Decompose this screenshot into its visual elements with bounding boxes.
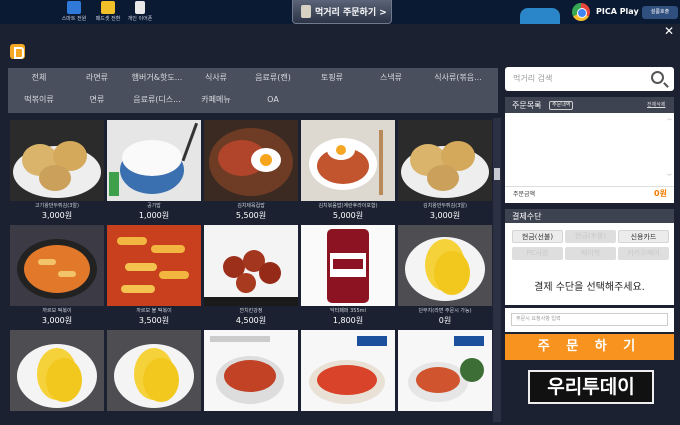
product-image <box>107 330 201 411</box>
smart-power-button[interactable]: 스마트 전원 <box>56 0 92 24</box>
tab-all[interactable]: 전체 <box>10 68 68 88</box>
product-image <box>10 330 104 411</box>
chrome-icon[interactable] <box>572 3 590 21</box>
product-image <box>204 120 298 201</box>
payment-panel: 결제수단 현금(선불) 현금(후불) 신용카드 PC사장 페이북 카카오페이 결… <box>505 209 674 305</box>
request-area: 주문시 요청사항 입력 <box>505 308 674 332</box>
product-image <box>204 225 298 306</box>
power-icon <box>67 1 81 14</box>
earphone-button[interactable]: 개인 이어폰 <box>122 0 158 24</box>
payment-header: 결제수단 <box>505 209 674 223</box>
product-card[interactable]: 까르보 불 떡볶이 3,500원 <box>107 225 201 338</box>
headset-switch-button[interactable]: 패드셋 전환 <box>90 0 126 24</box>
order-list-header: 주문목록 주문내역 전체삭제 <box>505 97 674 113</box>
tab-meal[interactable]: 식사류 <box>188 68 244 88</box>
product-card[interactable] <box>107 330 201 422</box>
pay-credit-card-button[interactable]: 신용카드 <box>618 230 669 243</box>
close-icon[interactable]: ✕ <box>662 24 676 38</box>
product-grid: 고기왕만두튀김(3알) 3,000원 공기밥 1,000원 김치제육컵밥 5,5… <box>8 118 492 422</box>
tab-topping[interactable]: 토핑류 <box>302 68 362 88</box>
tab-drink-can[interactable]: 음료류(캔) <box>244 68 302 88</box>
order-list-title: 주문목록 <box>512 101 542 110</box>
place-order-button[interactable]: 주 문 하 기 <box>505 334 674 360</box>
product-card[interactable] <box>301 330 395 422</box>
order-pin-icon <box>301 5 311 18</box>
product-image <box>107 225 201 306</box>
product-image <box>301 225 395 306</box>
order-total-value: 0원 <box>654 189 667 198</box>
app-logo-icon <box>10 44 25 59</box>
tab-snack[interactable]: 스낵류 <box>362 68 420 88</box>
order-total-label: 주문금액 <box>513 191 536 198</box>
earphone-icon <box>135 1 145 14</box>
pay-cash-prepaid-button[interactable]: 현금(선불) <box>512 230 563 243</box>
product-scrollbar[interactable] <box>493 118 501 422</box>
product-image <box>10 120 104 201</box>
order-list-scrollbar[interactable]: ︿ ﹀ <box>666 115 673 185</box>
scroll-thumb[interactable] <box>494 168 500 180</box>
product-card[interactable]: 깐치킨강정 4,500원 <box>204 225 298 338</box>
category-tabs: 전체 라면류 햄버거&핫도... 식사류 음료류(캔) 토핑류 스낵류 식사류(… <box>8 68 498 113</box>
product-card[interactable] <box>204 330 298 422</box>
product-image <box>301 120 395 201</box>
payment-prompt: 결제 수단을 선택해주세요. <box>534 282 645 293</box>
cloud-icon <box>520 8 560 24</box>
scroll-up-icon[interactable]: ︿ <box>667 117 672 122</box>
product-image <box>10 225 104 306</box>
pay-kakaopay-button[interactable]: 카카오페이 <box>618 247 669 260</box>
clear-all-link[interactable]: 전체삭제 <box>647 101 665 108</box>
pay-cash-postpaid-button[interactable]: 현금(후불) <box>565 230 616 243</box>
staff-call-button[interactable]: 설룸호출 <box>642 6 678 19</box>
tab-ramen[interactable]: 라면류 <box>68 68 126 88</box>
pay-pc-owner-button[interactable]: PC사장 <box>512 247 563 260</box>
tab-fried-rice[interactable]: 식사류(볶음... <box>420 68 496 88</box>
product-image <box>204 330 298 411</box>
product-image <box>398 330 492 411</box>
headset-icon <box>101 1 115 14</box>
payment-title: 결제수단 <box>512 212 542 221</box>
desktop-taskbar: 스마트 전원 패드셋 전환 개인 이어폰 먹거리 주문하기 > PICA Pla… <box>0 0 680 24</box>
product-card[interactable]: 고기왕만두튀김(3알) 3,000원 <box>10 120 104 233</box>
product-card[interactable]: 까르보 떡볶이 3,000원 <box>10 225 104 338</box>
tab-cafe[interactable]: 카페메뉴 <box>188 90 244 110</box>
product-card[interactable]: 김치볶음밥(계란후라이포함) 5,000원 <box>301 120 395 233</box>
order-total-row: 주문금액 0원 <box>505 186 674 198</box>
app-root: 스마트 전원 패드셋 전환 개인 이어폰 먹거리 주문하기 > PICA Pla… <box>0 0 680 425</box>
pay-paybook-button[interactable]: 페이북 <box>565 247 616 260</box>
pica-play-label[interactable]: PICA Play <box>596 7 639 16</box>
product-image <box>398 120 492 201</box>
product-card[interactable]: 닥터페퍼 355ml 1,800원 <box>301 225 395 338</box>
tab-burger[interactable]: 햄버거&핫도... <box>126 68 188 88</box>
product-image <box>398 225 492 306</box>
tab-oa[interactable]: OA <box>244 90 302 110</box>
product-card[interactable]: 김치왕만두튀김(3알) 3,000원 <box>398 120 492 233</box>
search-input[interactable]: 먹거리 검색 <box>513 73 552 84</box>
product-card[interactable]: 단무지(라면 주문시 가능) 0원 <box>398 225 492 338</box>
tab-noodles[interactable]: 면류 <box>68 90 126 110</box>
tab-tteokbokki[interactable]: 떡볶이류 <box>10 90 68 110</box>
search-icon[interactable] <box>651 71 664 84</box>
product-card[interactable] <box>398 330 492 422</box>
product-image <box>107 120 201 201</box>
product-card[interactable] <box>10 330 104 422</box>
product-image <box>301 330 395 411</box>
tab-drink-dispenser[interactable]: 음료류(디스... <box>126 90 188 110</box>
product-card[interactable]: 공기밥 1,000원 <box>107 120 201 233</box>
food-order-tab[interactable]: 먹거리 주문하기 > <box>292 0 392 24</box>
order-history-button[interactable]: 주문내역 <box>549 101 574 110</box>
scroll-down-icon[interactable]: ﹀ <box>667 175 672 180</box>
order-request-input[interactable]: 주문시 요청사항 입력 <box>511 313 668 326</box>
food-search-box[interactable]: 먹거리 검색 <box>505 67 674 91</box>
order-list-panel: 주문목록 주문내역 전체삭제 ︿ ﹀ 주문금액 0원 <box>505 97 674 203</box>
watermark-logo: 우리투데이 <box>528 370 654 404</box>
product-card[interactable]: 김치제육컵밥 5,500원 <box>204 120 298 233</box>
